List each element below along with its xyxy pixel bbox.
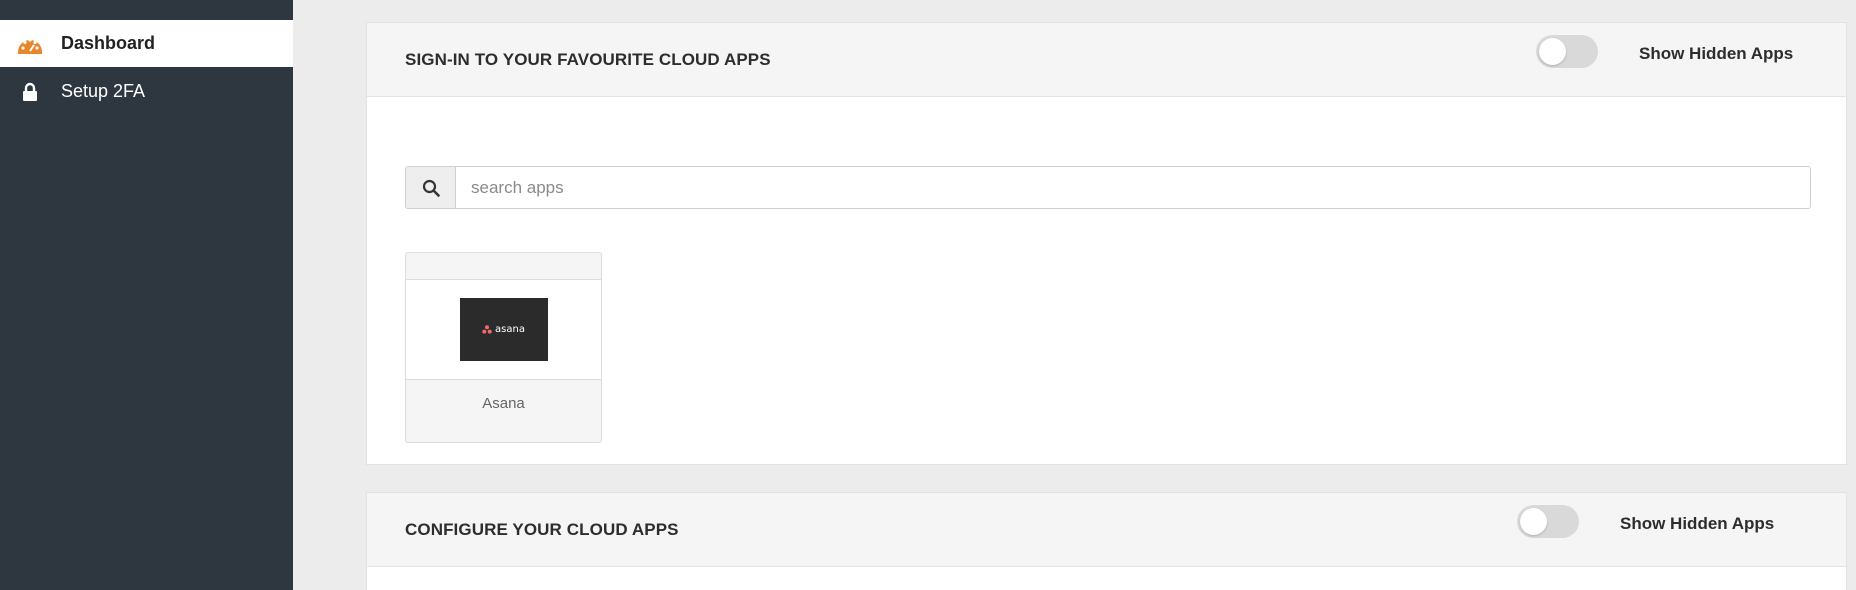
asana-dots-icon — [482, 325, 492, 334]
asana-logo: asana — [459, 298, 548, 361]
sidebar-item-label: Dashboard — [61, 33, 156, 53]
sidebar-item-label: Setup 2FA — [61, 81, 146, 101]
configure-apps-panel: CONFIGURE YOUR CLOUD APPS Show Hidden Ap… — [366, 492, 1847, 590]
toggle-knob — [1520, 508, 1547, 535]
panel-title: CONFIGURE YOUR CLOUD APPS — [405, 520, 679, 539]
show-hidden-apps-label: Show Hidden Apps — [1639, 44, 1794, 63]
app-card-name: Asana — [482, 395, 525, 412]
search-icon — [406, 167, 456, 208]
lock-icon — [15, 77, 45, 107]
app-card-asana[interactable]: asana Asana — [405, 252, 602, 443]
asana-logo-text: asana — [495, 324, 525, 335]
panel-header: CONFIGURE YOUR CLOUD APPS Show Hidden Ap… — [367, 493, 1846, 567]
app-card-header — [406, 253, 601, 280]
panel-title: SIGN-IN TO YOUR FAVOURITE CLOUD APPS — [405, 50, 771, 69]
show-hidden-apps-toggle[interactable] — [1536, 35, 1598, 68]
toggle-knob — [1539, 38, 1566, 65]
show-hidden-apps-toggle[interactable] — [1517, 505, 1579, 538]
sidebar: Dashboard Setup 2FA — [0, 0, 293, 590]
panel-header: SIGN-IN TO YOUR FAVOURITE CLOUD APPS Sho… — [367, 23, 1846, 97]
search-input[interactable] — [456, 167, 1810, 208]
signin-apps-panel: SIGN-IN TO YOUR FAVOURITE CLOUD APPS Sho… — [366, 22, 1847, 465]
main-content: SIGN-IN TO YOUR FAVOURITE CLOUD APPS Sho… — [293, 0, 1856, 590]
sidebar-item-dashboard[interactable]: Dashboard — [0, 20, 293, 67]
show-hidden-apps-label: Show Hidden Apps — [1620, 514, 1775, 533]
search-group — [405, 166, 1811, 209]
dashboard-gauge-icon — [15, 29, 45, 59]
sidebar-item-setup-2fa[interactable]: Setup 2FA — [0, 68, 293, 115]
app-card-body: asana — [406, 280, 601, 380]
